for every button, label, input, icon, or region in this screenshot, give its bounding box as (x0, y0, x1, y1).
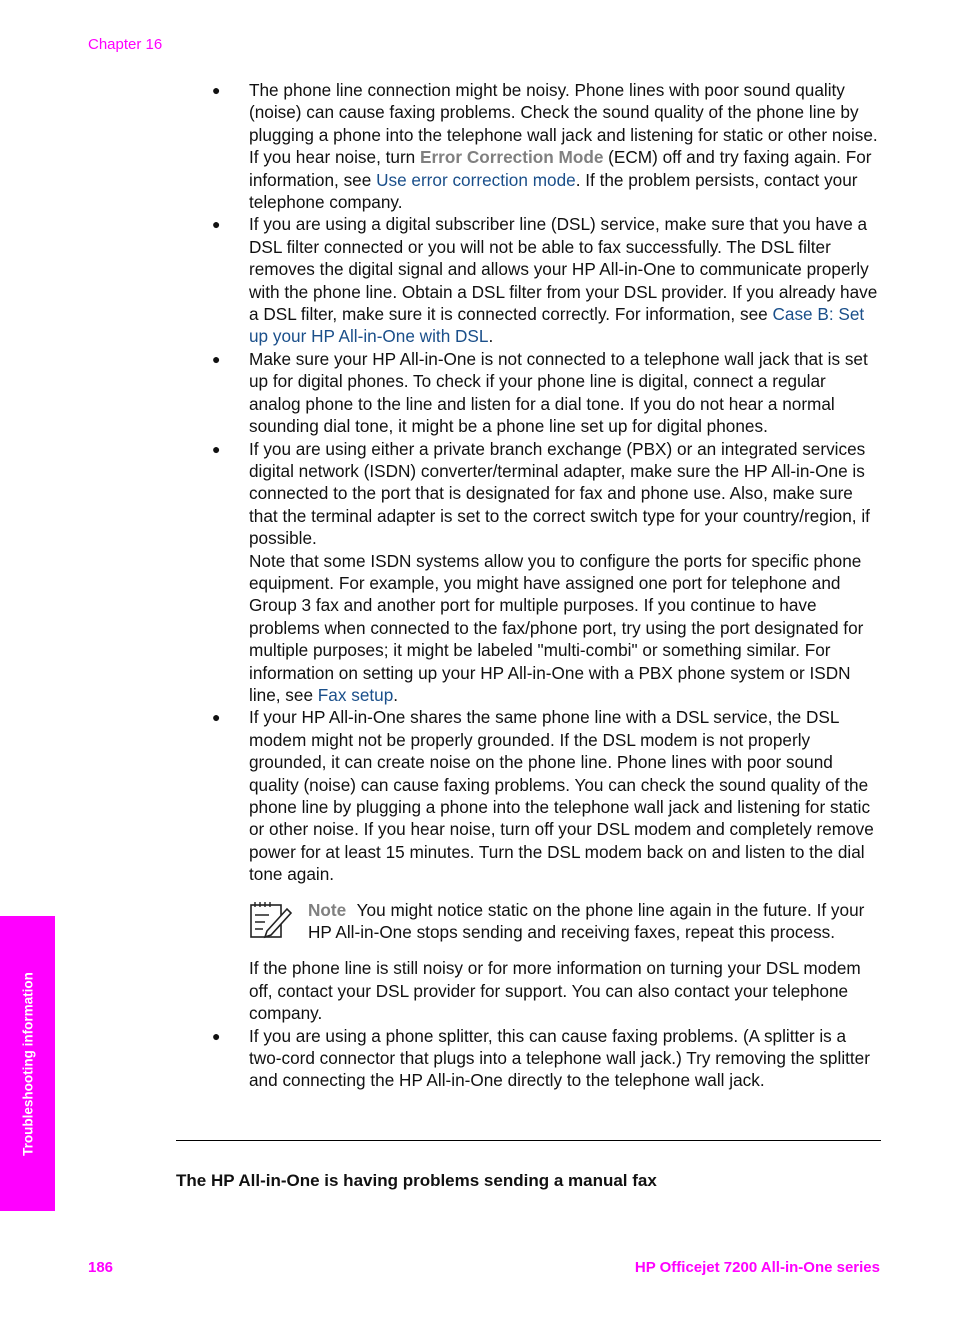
item-text: Make sure your HP All-in-One is not conn… (249, 348, 868, 437)
list-item: ● If you are using either a private bran… (176, 438, 881, 707)
list-item: ● If your HP All-in-One shares the same … (176, 706, 881, 1024)
list-item: ● The phone line connection might be noi… (176, 79, 881, 213)
bullet-icon: ● (212, 1027, 221, 1044)
chapter-label: Chapter 16 (88, 36, 163, 53)
item-text: . (488, 326, 494, 347)
side-tab-label: Troubleshooting information (20, 971, 35, 1156)
body-content: ● The phone line connection might be noi… (176, 79, 881, 1092)
note-label: Note (308, 899, 347, 920)
item-text: If you are using a phone splitter, this … (249, 1025, 870, 1091)
item-text: If you are using either a private branch… (249, 438, 870, 549)
section-divider (176, 1140, 881, 1141)
side-tab: Troubleshooting information (0, 916, 55, 1211)
bullet-icon: ● (212, 216, 221, 233)
item-text: Note that some ISDN systems allow you to… (249, 550, 864, 705)
bullet-icon: ● (212, 709, 221, 726)
item-text: . (393, 684, 399, 705)
item-text: If the phone line is still noisy or for … (249, 958, 861, 1024)
bullet-icon: ● (212, 82, 221, 98)
section-heading: The HP All-in-One is having problems sen… (176, 1171, 657, 1190)
bullet-icon: ● (212, 350, 221, 367)
list-item: ● If you are using a digital subscriber … (176, 213, 881, 347)
page-number: 186 (88, 1259, 114, 1276)
note-text: You might notice static on the phone lin… (308, 899, 865, 943)
item-text: If your HP All-in-One shares the same ph… (249, 707, 874, 885)
product-title: HP Officejet 7200 All-in-One series (634, 1259, 880, 1276)
ui-term: Error Correction Mode (420, 147, 604, 168)
note-pencil-icon (250, 901, 293, 938)
note-box: Note You might notice static on the phon… (249, 899, 881, 944)
list-item: ● Make sure your HP All-in-One is not co… (176, 348, 881, 438)
link-fax-setup[interactable]: Fax setup (318, 685, 393, 705)
bullet-icon: ● (212, 440, 221, 457)
list-item: ● If you are using a phone splitter, thi… (176, 1025, 881, 1092)
troubleshooting-list: ● The phone line connection might be noi… (176, 79, 881, 1092)
link-use-error-correction-mode[interactable]: Use error correction mode (376, 170, 576, 190)
